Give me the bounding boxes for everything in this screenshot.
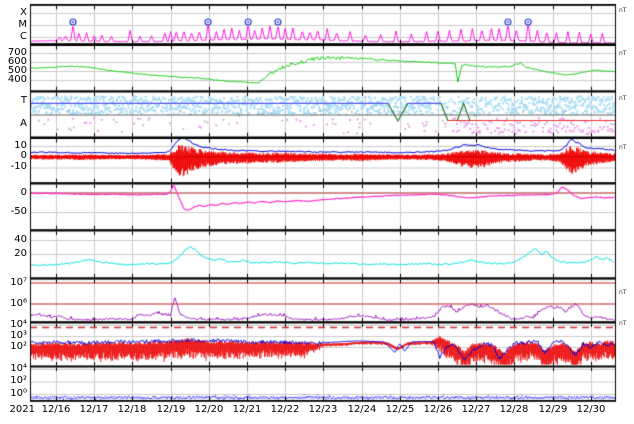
x-date-label: 12/27 xyxy=(461,404,491,415)
x-date-label: 12/25 xyxy=(385,404,415,415)
y-tick-flux-1e6: 10⁶ xyxy=(10,298,27,309)
right-axis-unit-label: nT xyxy=(619,144,627,151)
x-date-label: 12/29 xyxy=(538,404,568,415)
y-tick-low-1e4: 10⁴ xyxy=(10,363,27,374)
right-axis-unit-label: nT xyxy=(619,95,627,102)
x-date-label: 12/18 xyxy=(117,404,147,415)
space-weather-multipanel-chart: X M C 700 600 500 400 T A 10 0 -10 0 -50… xyxy=(0,0,634,424)
y-tick-dst-m50: -50 xyxy=(10,206,27,217)
y-tick-dst-0: 0 xyxy=(20,187,27,198)
x-date-label: 12/26 xyxy=(423,404,453,415)
x-date-label: 12/28 xyxy=(499,404,529,415)
x-date-label: 12/22 xyxy=(270,404,300,415)
y-tick-xray-M: M xyxy=(18,19,27,30)
y-label-T: T xyxy=(20,95,27,106)
y-tick-xray-C: C xyxy=(20,31,27,42)
y-tick-low-1e2: 10² xyxy=(10,375,27,386)
right-axis-unit-label: nT xyxy=(619,50,627,57)
y-tick-flux-1e2: 10² xyxy=(10,341,27,352)
y-tick-low-1e0: 10⁰ xyxy=(10,388,27,399)
year-label: 2021 xyxy=(9,404,35,415)
y-tick-xray-X: X xyxy=(20,7,27,18)
x-date-label: 12/30 xyxy=(576,404,606,415)
y-label-A: A xyxy=(20,118,27,129)
right-axis-unit-label: nT xyxy=(619,7,627,14)
right-axis-unit-label: nT xyxy=(619,289,627,296)
right-axis-unit-label: nT xyxy=(619,320,627,327)
y-tick-dens-20: 20 xyxy=(14,248,27,259)
y-tick-imf-m10: -10 xyxy=(10,161,27,172)
y-tick-dens-40: 40 xyxy=(14,234,27,245)
x-date-label: 12/21 xyxy=(232,404,262,415)
x-date-label: 12/23 xyxy=(308,404,338,415)
y-tick-flux-1e7: 10⁷ xyxy=(10,277,27,288)
x-date-label: 12/19 xyxy=(156,404,186,415)
y-tick-wind-400: 400 xyxy=(7,74,27,85)
x-date-label: 12/17 xyxy=(79,404,109,415)
x-date-label: 12/16 xyxy=(41,404,71,415)
x-date-label: 12/24 xyxy=(347,404,377,415)
x-date-label: 12/20 xyxy=(194,404,224,415)
plot-canvas xyxy=(0,0,634,424)
